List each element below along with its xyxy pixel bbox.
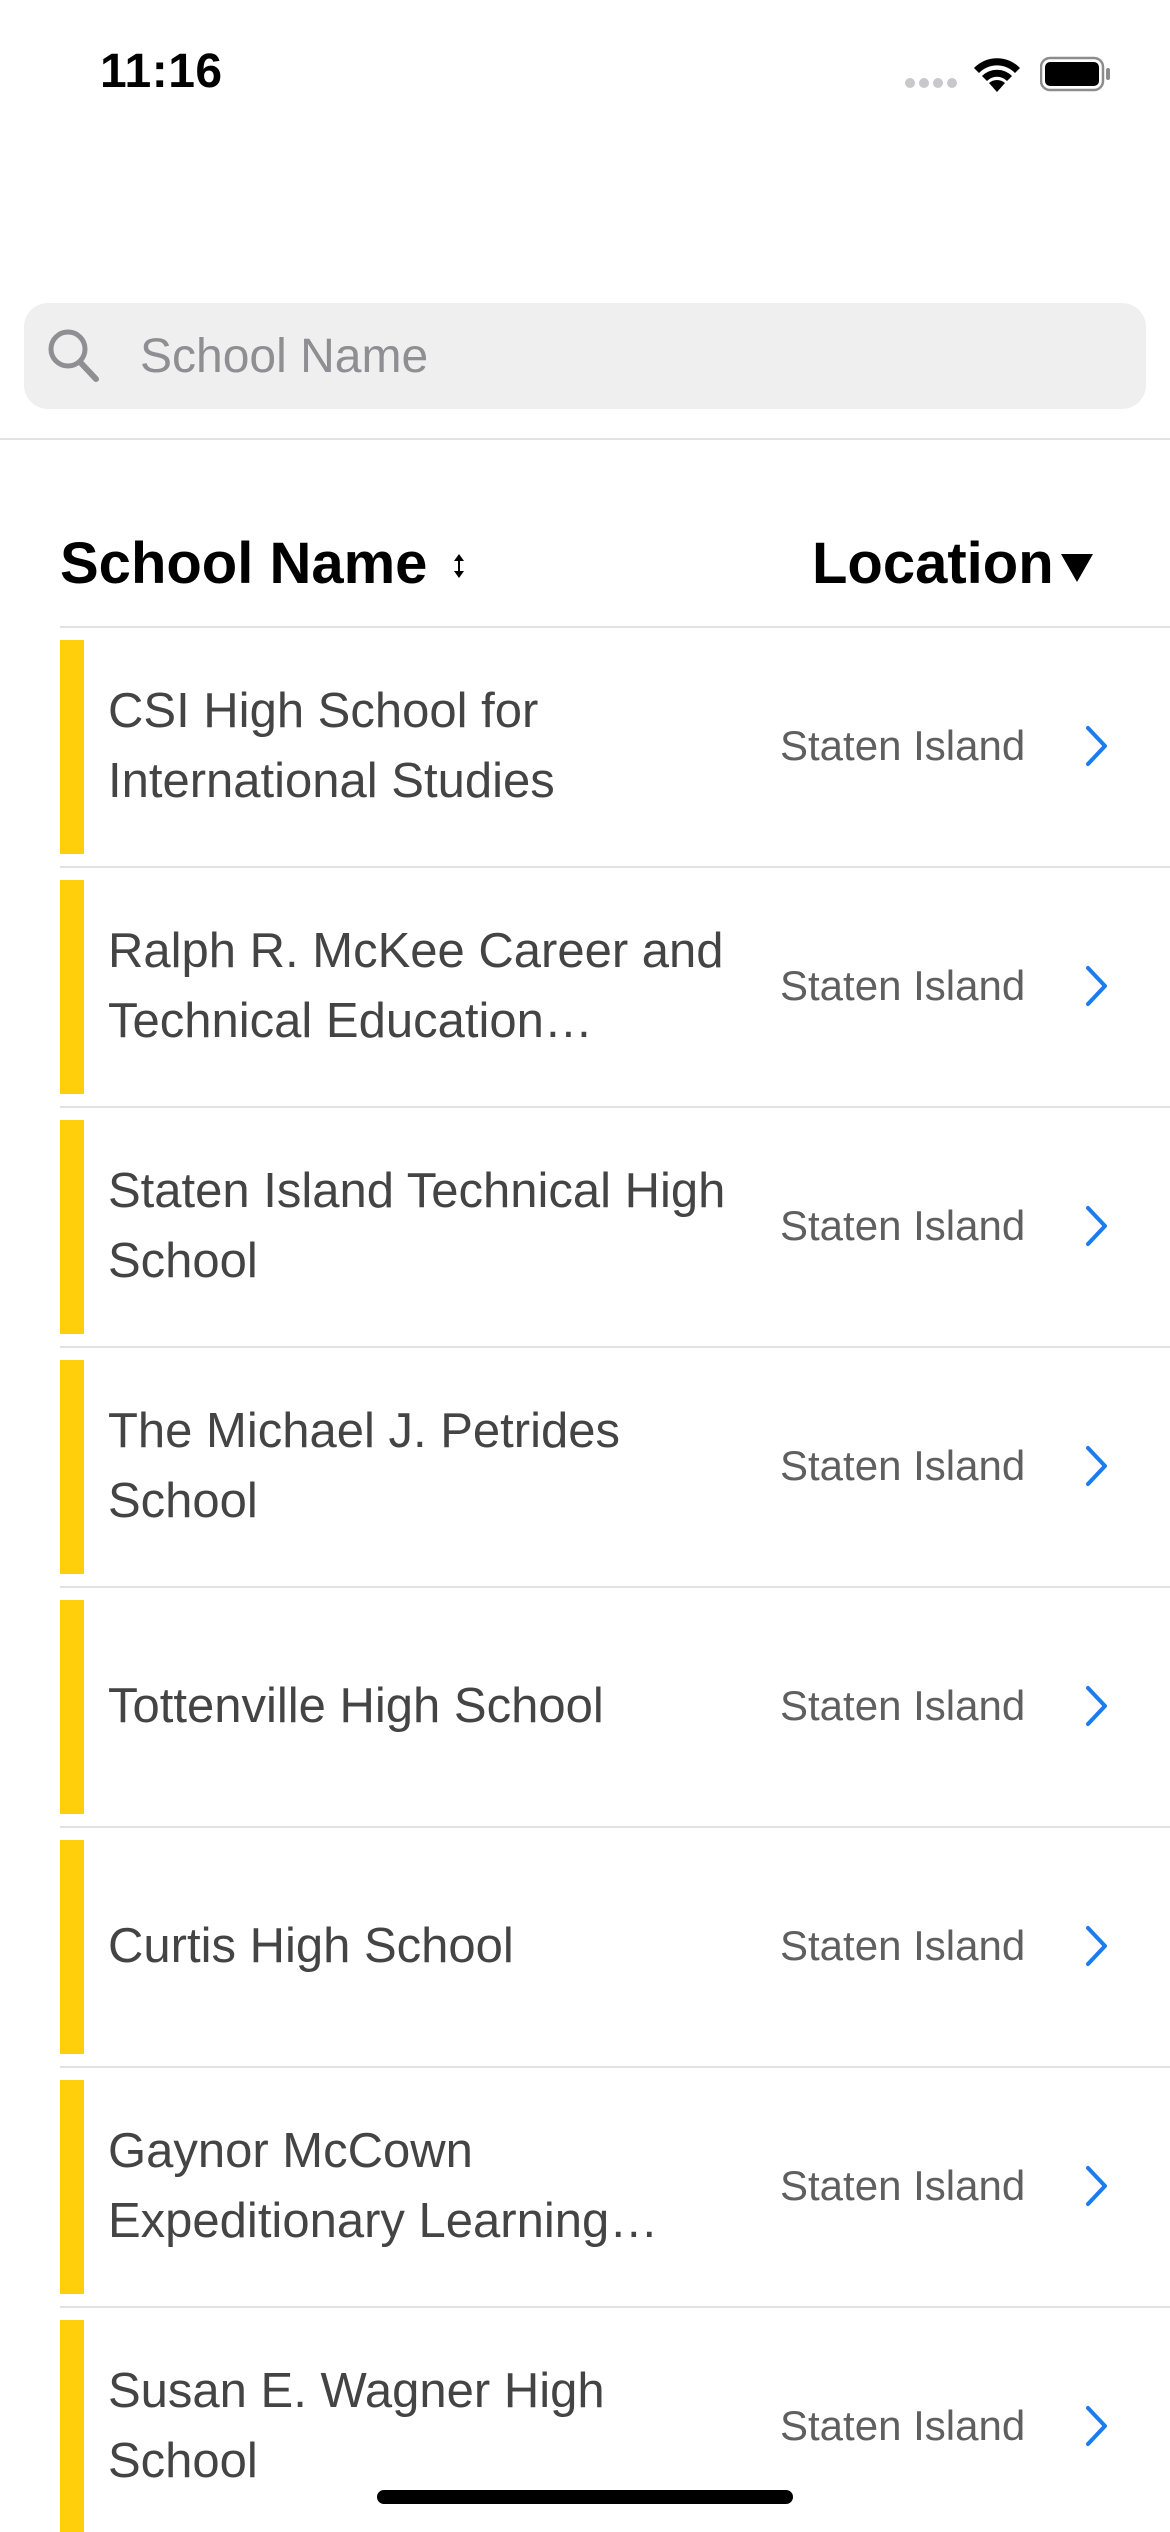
school-name: The Michael J. Petrides School bbox=[108, 1348, 768, 1584]
wifi-icon bbox=[974, 58, 1020, 92]
status-bar: 11:16 bbox=[0, 0, 1170, 150]
school-row[interactable]: CSI High School for International Studie… bbox=[60, 626, 1170, 866]
search-icon bbox=[48, 329, 99, 382]
column-header-school-name[interactable]: School Name bbox=[60, 530, 427, 597]
school-location: Staten Island bbox=[780, 2402, 1026, 2449]
school-name-text: Curtis High School bbox=[108, 1919, 514, 1973]
school-name-text: CSI High School for International Studie… bbox=[108, 684, 555, 808]
school-name-text: Ralph R. McKee Career and Technical Educ… bbox=[108, 924, 724, 1048]
chevron-right-icon[interactable] bbox=[1084, 964, 1110, 1008]
home-indicator bbox=[377, 2490, 793, 2504]
sort-icon[interactable] bbox=[450, 552, 468, 580]
school-location: Staten Island bbox=[780, 1202, 1026, 1249]
school-location: Staten Island bbox=[780, 1682, 1026, 1729]
chevron-right-icon[interactable] bbox=[1084, 1684, 1110, 1728]
row-accent-bar bbox=[60, 2080, 84, 2294]
filter-down-triangle-icon[interactable] bbox=[1060, 553, 1094, 583]
row-accent-bar bbox=[60, 1120, 84, 1334]
school-name-text: The Michael J. Petrides School bbox=[108, 1404, 620, 1528]
chevron-right-icon[interactable] bbox=[1084, 1444, 1110, 1488]
school-name: Staten Island Technical High School bbox=[108, 1108, 768, 1344]
school-location: Staten Island bbox=[780, 962, 1026, 1009]
chevron-right-icon[interactable] bbox=[1084, 724, 1110, 768]
school-location: Staten Island bbox=[780, 1442, 1026, 1489]
school-name: Gaynor McCown Expeditionary Learning… bbox=[108, 2068, 768, 2304]
school-list: CSI High School for International Studie… bbox=[0, 626, 1170, 2532]
row-accent-bar bbox=[60, 1360, 84, 1574]
row-accent-bar bbox=[60, 640, 84, 854]
school-name-text: Staten Island Technical High School bbox=[108, 1164, 726, 1288]
school-name: Ralph R. McKee Career and Technical Educ… bbox=[108, 868, 768, 1104]
school-name: Curtis High School bbox=[108, 1828, 768, 2064]
school-location: Staten Island bbox=[780, 2162, 1026, 2209]
cellular-signal-icon bbox=[905, 78, 960, 90]
school-name: CSI High School for International Studie… bbox=[108, 628, 768, 864]
header-divider bbox=[0, 438, 1170, 440]
school-name-text: Tottenville High School bbox=[108, 1679, 604, 1733]
school-location: Staten Island bbox=[780, 722, 1026, 769]
school-name-text: Susan E. Wagner High School bbox=[108, 2364, 605, 2488]
row-accent-bar bbox=[60, 1840, 84, 2054]
battery-icon bbox=[1040, 56, 1110, 92]
school-row[interactable]: Curtis High School Staten Island bbox=[60, 1826, 1170, 2066]
school-location: Staten Island bbox=[780, 1922, 1026, 1969]
school-row[interactable]: The Michael J. Petrides School Staten Isl… bbox=[60, 1346, 1170, 1586]
school-row[interactable]: Gaynor McCown Expeditionary Learning… Sta… bbox=[60, 2066, 1170, 2306]
school-row[interactable]: Staten Island Technical High School State… bbox=[60, 1106, 1170, 1346]
row-accent-bar bbox=[60, 1600, 84, 1814]
status-time: 11:16 bbox=[100, 45, 223, 98]
school-row[interactable]: Tottenville High School Staten Island bbox=[60, 1586, 1170, 1826]
chevron-right-icon[interactable] bbox=[1084, 1204, 1110, 1248]
school-row[interactable]: Ralph R. McKee Career and Technical Educ… bbox=[60, 866, 1170, 1106]
chevron-right-icon[interactable] bbox=[1084, 2164, 1110, 2208]
column-header-location[interactable]: Location bbox=[812, 530, 1054, 597]
chevron-right-icon[interactable] bbox=[1084, 1924, 1110, 1968]
school-name-text: Gaynor McCown Expeditionary Learning… bbox=[108, 2124, 659, 2248]
school-name: Tottenville High School bbox=[108, 1588, 768, 1824]
search-bar[interactable] bbox=[24, 303, 1146, 409]
search-input[interactable] bbox=[116, 303, 1116, 409]
chevron-right-icon[interactable] bbox=[1084, 2404, 1110, 2448]
row-accent-bar bbox=[60, 2320, 84, 2532]
row-accent-bar bbox=[60, 880, 84, 1094]
